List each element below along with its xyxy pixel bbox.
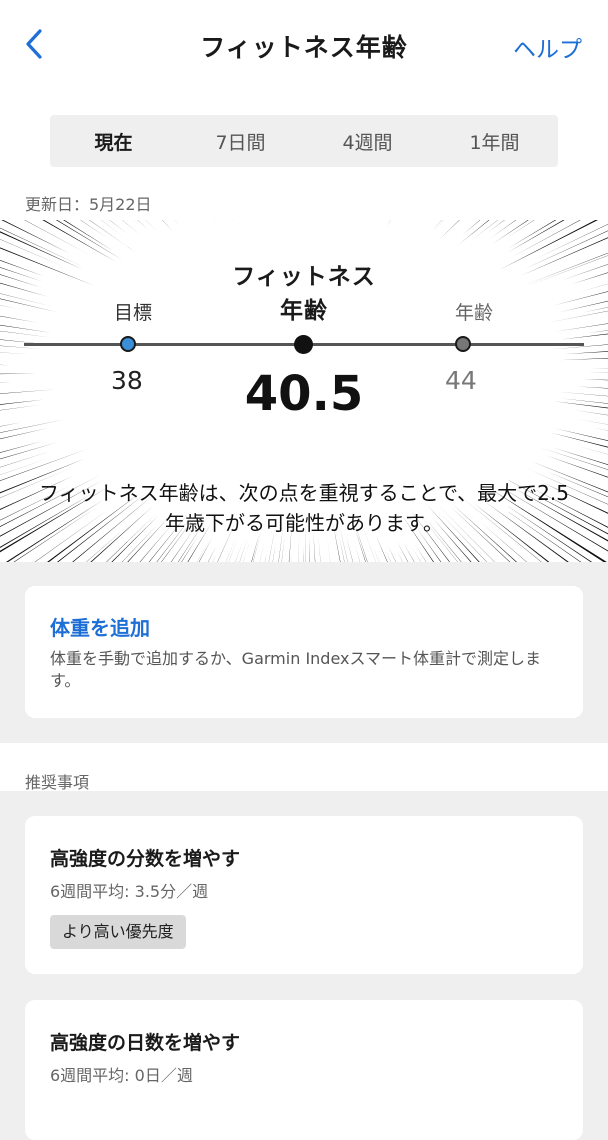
fitness-age-value: 40.5	[244, 366, 364, 422]
hero-title: フィットネス 年齢	[0, 260, 608, 328]
add-weight-card[interactable]: 体重を追加 体重を手動で追加するか、Garmin Indexスマート体重計で測定…	[25, 586, 583, 718]
tab-1-year[interactable]: 1年間	[431, 115, 558, 167]
nav-bar: フィットネス年齢 ヘルプ	[0, 0, 608, 92]
recommendation-card[interactable]: 高強度の分数を増やす 6週間平均: 3.5分／週 より高い優先度	[25, 816, 583, 974]
recommendation-average: 6週間平均: 3.5分／週	[50, 882, 209, 901]
target-label: 目標	[114, 302, 153, 324]
add-weight-link[interactable]: 体重を追加	[50, 612, 150, 641]
hero-title-line1: フィットネス	[232, 264, 376, 290]
tab-7-days[interactable]: 7日間	[177, 115, 304, 167]
updated-date-row: 更新日：5月22日	[0, 186, 608, 220]
recommendation-card[interactable]: 高強度の日数を増やす 6週間平均: 0日／週	[25, 1000, 583, 1140]
tab-4-weeks[interactable]: 4週間	[304, 115, 431, 167]
help-link[interactable]: ヘルプ	[513, 30, 582, 64]
recommendation-average: 6週間平均: 0日／週	[50, 1066, 193, 1085]
priority-badge: より高い優先度	[50, 915, 186, 949]
current-dot	[294, 335, 313, 354]
recommendations-header: 推奨事項	[0, 743, 608, 792]
segmented-control: 現在 7日間 4週間 1年間	[50, 115, 558, 167]
age-label: 年齢	[455, 302, 494, 324]
add-weight-description: 体重を手動で追加するか、Garmin Indexスマート体重計で測定します。	[50, 649, 542, 690]
section-title: 推奨事項	[25, 773, 90, 792]
hero-title-line2: 年齢	[280, 298, 328, 324]
improvement-message: フィットネス年齢は、次の点を重視することで、最大で2.5年歳下がる可能性がありま…	[38, 481, 569, 535]
fitness-age-hero: フィットネス 年齢 目標 年齢 38 44 40.5 フィットネス年齢は、次の点…	[0, 220, 608, 562]
recommendation-title: 高強度の日数を増やす	[50, 1032, 241, 1054]
period-selector-area: 現在 7日間 4週間 1年間	[0, 92, 608, 186]
recommendation-title: 高強度の分数を増やす	[50, 848, 241, 870]
updated-date: 更新日：5月22日	[25, 195, 152, 214]
tab-current[interactable]: 現在	[50, 115, 177, 167]
target-dot	[120, 336, 136, 352]
age-dot	[455, 336, 471, 352]
